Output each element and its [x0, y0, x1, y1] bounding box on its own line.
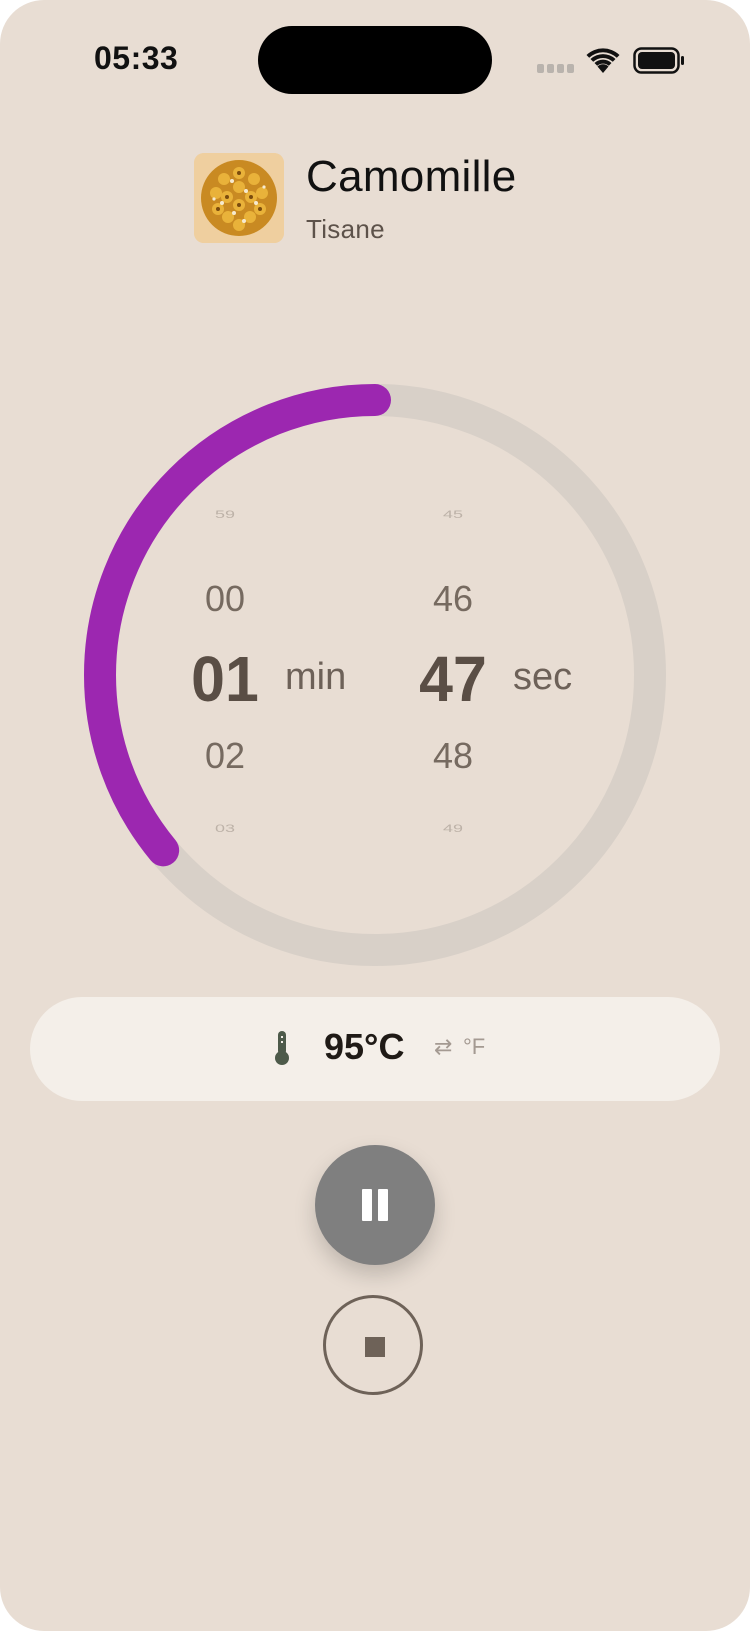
seconds-option[interactable]: 49 — [403, 822, 503, 835]
minutes-option[interactable]: 00 — [175, 578, 275, 620]
temperature-value: 95°C — [324, 1026, 405, 1067]
fahrenheit-toggle[interactable]: °F — [463, 1034, 485, 1060]
seconds-option[interactable]: 46 — [403, 578, 503, 620]
timer-progress-ring — [84, 384, 666, 966]
pause-button[interactable] — [315, 1145, 435, 1265]
minutes-option[interactable]: 59 — [175, 508, 275, 521]
minutes-selected[interactable]: 01 — [178, 642, 273, 716]
minutes-option[interactable]: 02 — [175, 735, 275, 777]
app-screen: 05:33 Camomille Tisane 59 00 01 02 03 mi… — [0, 0, 750, 1631]
minutes-unit-label: min — [285, 656, 347, 698]
stop-button[interactable] — [323, 1295, 423, 1395]
swap-units-icon[interactable]: ⇄ — [434, 1034, 452, 1060]
stop-icon — [365, 1337, 385, 1357]
seconds-unit-label: sec — [513, 656, 573, 698]
seconds-selected[interactable]: 47 — [406, 642, 501, 716]
seconds-option[interactable]: 48 — [403, 735, 503, 777]
seconds-picker[interactable]: 45 46 47 48 49 — [403, 490, 503, 850]
minutes-option[interactable]: 03 — [175, 822, 275, 835]
thermometer-icon — [275, 1031, 289, 1065]
seconds-option[interactable]: 45 — [403, 508, 503, 521]
minutes-picker[interactable]: 59 00 01 02 03 — [175, 490, 275, 850]
